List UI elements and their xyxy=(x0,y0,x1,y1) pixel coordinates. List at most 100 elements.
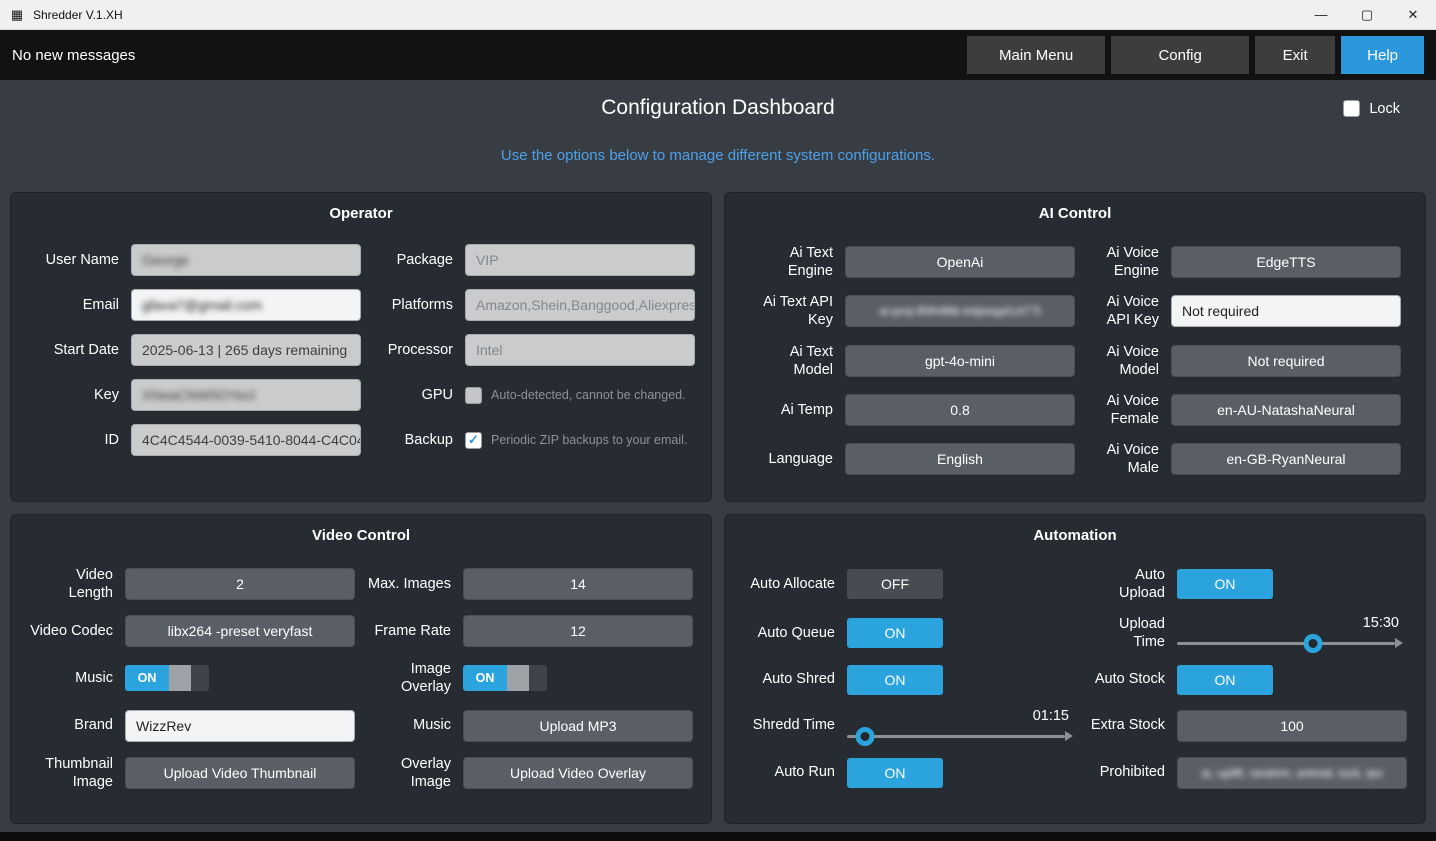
ai-voice-female-field[interactable]: en-AU-NatashaNeural xyxy=(1171,394,1401,426)
exit-button[interactable]: Exit xyxy=(1255,36,1335,74)
gpu-check-row: Auto-detected, cannot be changed. xyxy=(465,387,695,404)
user-name-label: User Name xyxy=(27,251,119,269)
minimize-button[interactable]: — xyxy=(1298,0,1344,30)
shredd-time-slider-track[interactable] xyxy=(847,728,1073,744)
ai-voice-male-label: Ai Voice Male xyxy=(1087,441,1159,477)
upload-video-thumbnail-button[interactable]: Upload Video Thumbnail xyxy=(125,757,355,789)
backup-checkbox[interactable]: ✓ xyxy=(465,432,482,449)
auto-shred-toggle[interactable]: ON xyxy=(847,665,943,695)
frame-rate-field[interactable]: 12 xyxy=(463,615,693,647)
close-button[interactable]: ✕ xyxy=(1390,0,1436,30)
auto-run-label: Auto Run xyxy=(743,763,835,781)
prohibited-label: Prohibited xyxy=(1089,763,1165,781)
image-overlay-toggle-knob xyxy=(507,665,529,691)
auto-queue-toggle[interactable]: ON xyxy=(847,618,943,648)
video-control-panel-title: Video Control xyxy=(11,527,711,544)
page-header: Configuration Dashboard Lock Use the opt… xyxy=(0,80,1436,164)
upload-mp3-button[interactable]: Upload MP3 xyxy=(463,710,693,742)
gpu-note: Auto-detected, cannot be changed. xyxy=(491,388,686,402)
ai-voice-male-field[interactable]: en-GB-RyanNeural xyxy=(1171,443,1401,475)
lock-checkbox-box[interactable] xyxy=(1343,100,1360,117)
help-button[interactable]: Help xyxy=(1341,36,1424,74)
ai-text-engine-field[interactable]: OpenAi xyxy=(845,246,1075,278)
automation-panel: Automation Auto Allocate OFF Auto Upload… xyxy=(724,514,1426,824)
gpu-label: GPU xyxy=(373,386,453,404)
ai-voice-model-field[interactable]: Not required xyxy=(1171,345,1401,377)
auto-allocate-toggle[interactable]: OFF xyxy=(847,569,943,599)
shredd-time-slider-knob[interactable] xyxy=(856,727,875,746)
ai-text-engine-label: Ai Text Engine xyxy=(749,244,833,280)
brand-field[interactable]: WizzRev xyxy=(125,710,355,742)
operator-panel: Operator User Name George Package VIP Em… xyxy=(10,192,712,502)
ai-voice-female-label: Ai Voice Female xyxy=(1087,392,1159,428)
image-overlay-toggle[interactable]: ON xyxy=(463,665,547,691)
platforms-label: Platforms xyxy=(373,296,453,314)
music-toggle[interactable]: ON xyxy=(125,665,209,691)
package-field[interactable]: VIP xyxy=(465,244,695,276)
prohibited-field[interactable]: ai, uplift, random, animal, luck, ipo xyxy=(1177,757,1407,789)
user-name-field[interactable]: George xyxy=(131,244,361,276)
upload-time-slider-knob[interactable] xyxy=(1303,634,1322,653)
platforms-field[interactable]: Amazon,Shein,Banggood,Aliexpres xyxy=(465,289,695,321)
video-length-label: Video Length xyxy=(29,566,113,602)
shredd-time-slider[interactable]: 01:15 xyxy=(847,708,1077,744)
ai-text-api-key-field[interactable]: ai-proj-90fn98b-tntjwsgd1zt77t xyxy=(845,295,1075,327)
music-toggle-knob xyxy=(169,665,191,691)
start-date-field[interactable]: 2025-06-13 | 265 days remaining xyxy=(131,334,361,366)
max-images-label: Max. Images xyxy=(367,575,451,593)
package-label: Package xyxy=(373,251,453,269)
video-control-panel: Video Control Video Length 2 Max. Images… xyxy=(10,514,712,824)
shredd-time-value: 01:15 xyxy=(1033,708,1069,724)
page-subtitle: Use the options below to manage differen… xyxy=(0,147,1436,164)
id-field[interactable]: 4C4C4544-0039-5410-8044-C4C04 xyxy=(131,424,361,456)
messages-status: No new messages xyxy=(12,47,961,64)
auto-stock-toggle[interactable]: ON xyxy=(1177,665,1273,695)
video-length-field[interactable]: 2 xyxy=(125,568,355,600)
bottom-bar xyxy=(0,832,1436,841)
id-label: ID xyxy=(27,431,119,449)
auto-upload-toggle[interactable]: ON xyxy=(1177,569,1273,599)
ai-voice-api-key-field[interactable]: Not required xyxy=(1171,295,1401,327)
ai-voice-api-key-label: Ai Voice API Key xyxy=(1087,293,1159,329)
max-images-field[interactable]: 14 xyxy=(463,568,693,600)
lock-label: Lock xyxy=(1369,101,1400,117)
auto-queue-label: Auto Queue xyxy=(743,624,835,642)
window-titlebar: ▦ Shredder V.1.XH — ▢ ✕ xyxy=(0,0,1436,30)
video-codec-label: Video Codec xyxy=(29,622,113,640)
upload-time-slider-track[interactable] xyxy=(1177,635,1403,651)
key-field[interactable]: XNeaCNW5OYecl xyxy=(131,379,361,411)
auto-upload-label: Auto Upload xyxy=(1089,566,1165,602)
auto-run-toggle[interactable]: ON xyxy=(847,758,943,788)
backup-label: Backup xyxy=(373,431,453,449)
email-field[interactable]: gfava7@gmail.com xyxy=(131,289,361,321)
ai-voice-engine-field[interactable]: EdgeTTS xyxy=(1171,246,1401,278)
main-menu-button[interactable]: Main Menu xyxy=(967,36,1105,74)
gpu-checkbox xyxy=(465,387,482,404)
upload-time-label: Upload Time xyxy=(1089,615,1165,651)
ai-voice-engine-label: Ai Voice Engine xyxy=(1087,244,1159,280)
email-label: Email xyxy=(27,296,119,314)
operator-panel-title: Operator xyxy=(11,205,711,222)
config-button[interactable]: Config xyxy=(1111,36,1249,74)
processor-field[interactable]: Intel xyxy=(465,334,695,366)
thumbnail-image-label: Thumbnail Image xyxy=(29,755,113,791)
app-icon: ▦ xyxy=(8,6,26,24)
music-upload-label: Music xyxy=(367,716,451,734)
overlay-image-label: Overlay Image xyxy=(367,755,451,791)
backup-note: Periodic ZIP backups to your email. xyxy=(491,433,687,447)
upload-time-slider[interactable]: 15:30 xyxy=(1177,615,1407,651)
language-field[interactable]: English xyxy=(845,443,1075,475)
lock-checkbox[interactable]: Lock xyxy=(1343,100,1400,117)
auto-stock-label: Auto Stock xyxy=(1089,670,1165,688)
auto-shred-label: Auto Shred xyxy=(743,670,835,688)
upload-video-overlay-button[interactable]: Upload Video Overlay xyxy=(463,757,693,789)
ai-text-model-field[interactable]: gpt-4o-mini xyxy=(845,345,1075,377)
video-codec-field[interactable]: libx264 -preset veryfast xyxy=(125,615,355,647)
ai-text-model-label: Ai Text Model xyxy=(749,343,833,379)
music-toggle-state: ON xyxy=(125,665,169,691)
top-nav: No new messages Main Menu Config Exit He… xyxy=(0,30,1436,80)
extra-stock-field[interactable]: 100 xyxy=(1177,710,1407,742)
maximize-button[interactable]: ▢ xyxy=(1344,0,1390,30)
ai-temp-field[interactable]: 0.8 xyxy=(845,394,1075,426)
page-title: Configuration Dashboard xyxy=(0,96,1436,120)
